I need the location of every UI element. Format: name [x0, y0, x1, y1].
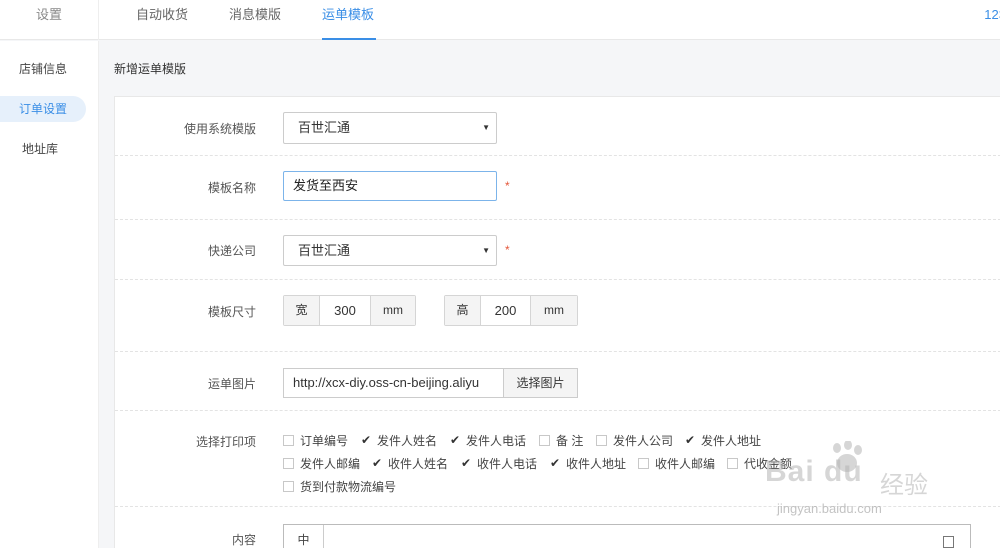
- system-template-select[interactable]: 百世汇通 ▼: [283, 112, 497, 144]
- sidebar-item-order-settings[interactable]: 订单设置: [0, 96, 86, 122]
- top-nav: 设置 自动收货 消息模版 运单模板 123: [0, 0, 1000, 40]
- tab-auto-receive[interactable]: 自动收货: [136, 0, 188, 40]
- print-option-sender-name[interactable]: ✔ 发件人姓名: [360, 432, 437, 448]
- waybill-image-label: 运单图片: [207, 377, 256, 391]
- checkbox[interactable]: [539, 434, 550, 446]
- checkbox[interactable]: [283, 480, 294, 492]
- main-content: 新增运单模版 使用系统模版 百世汇通 ▼ 模板名称 发货至西安 * 快递公司 百…: [100, 41, 1000, 548]
- sidebar-item-store-info[interactable]: 店铺信息: [0, 56, 86, 82]
- editor-tool-button[interactable]: 中: [284, 525, 324, 548]
- width-input-group: 宽 300 mm: [283, 295, 416, 326]
- width-input[interactable]: 300: [319, 296, 371, 325]
- checkbox[interactable]: [596, 434, 607, 446]
- checkbox[interactable]: [638, 457, 649, 469]
- width-unit: mm: [371, 296, 415, 325]
- print-option-cod-tracking-no[interactable]: 货到付款物流编号: [283, 478, 396, 494]
- height-input-group: 高 200 mm: [444, 295, 578, 326]
- height-prefix: 高: [445, 296, 480, 325]
- template-size-label: 模板尺寸: [207, 305, 256, 319]
- print-option-sender-phone[interactable]: ✔ 发件人电话: [449, 432, 526, 448]
- courier-value: 百世汇通: [298, 243, 351, 258]
- check-icon[interactable]: ✔: [449, 434, 461, 446]
- settings-title: 设置: [0, 0, 99, 40]
- caret-down-icon: ▼: [482, 123, 490, 132]
- print-items-label: 选择打印项: [195, 435, 256, 449]
- sidebar-item-address-book[interactable]: 地址库: [0, 136, 80, 162]
- form-panel: 使用系统模版 百世汇通 ▼ 模板名称 发货至西安 * 快递公司 百世汇通 ▼ *…: [114, 96, 1000, 548]
- print-option-order-no[interactable]: 订单编号: [283, 432, 348, 448]
- required-mark: *: [505, 243, 510, 257]
- check-icon[interactable]: ✔: [549, 457, 561, 469]
- courier-label: 快递公司: [207, 244, 256, 258]
- waybill-image-url-input[interactable]: http://xcx-diy.oss-cn-beijing.aliyu: [283, 368, 503, 398]
- courier-select[interactable]: 百世汇通 ▼: [283, 235, 497, 266]
- checkbox[interactable]: [283, 457, 294, 469]
- check-icon[interactable]: ✔: [460, 457, 472, 469]
- template-name-input[interactable]: 发货至西安: [283, 171, 497, 201]
- sidebar: 店铺信息 订单设置 地址库: [0, 41, 99, 548]
- page-title: 新增运单模版: [114, 62, 187, 76]
- check-icon[interactable]: ✔: [360, 434, 372, 446]
- print-option-receiver-name[interactable]: ✔ 收件人姓名: [371, 455, 448, 471]
- tab-waybill-template[interactable]: 运单模板: [322, 0, 376, 40]
- print-option-sender-address[interactable]: ✔ 发件人地址: [684, 432, 761, 448]
- fullscreen-icon[interactable]: [943, 536, 954, 548]
- print-option-remark[interactable]: 备 注: [539, 432, 583, 448]
- print-option-receiver-address[interactable]: ✔ 收件人地址: [549, 455, 626, 471]
- height-input[interactable]: 200: [480, 296, 531, 325]
- check-icon[interactable]: ✔: [684, 434, 696, 446]
- height-unit: mm: [531, 296, 577, 325]
- row-template-size: 模板尺寸 宽 300 mm 高 200 mm: [115, 280, 1000, 352]
- check-icon[interactable]: ✔: [371, 457, 383, 469]
- print-option-sender-company[interactable]: 发件人公司: [596, 432, 673, 448]
- row-content: 内容 中: [115, 507, 1000, 548]
- user-account[interactable]: 123: [984, 0, 1000, 30]
- print-option-sender-zip[interactable]: 发件人邮编: [283, 455, 360, 471]
- required-mark: *: [505, 179, 510, 193]
- print-option-receiver-zip[interactable]: 收件人邮编: [638, 455, 715, 471]
- template-name-label: 模板名称: [207, 181, 256, 195]
- system-template-label: 使用系统模版: [183, 122, 256, 136]
- print-option-receiver-phone[interactable]: ✔ 收件人电话: [460, 455, 537, 471]
- row-print-items: 选择打印项 订单编号 ✔ 发件人姓名 ✔ 发件人电话 备 注 发件人公司 ✔ 发件人地…: [115, 411, 1000, 507]
- checkbox[interactable]: [727, 457, 738, 469]
- width-prefix: 宽: [284, 296, 319, 325]
- page-header: 新增运单模版: [100, 41, 1000, 93]
- row-system-template: 使用系统模版 百世汇通 ▼: [115, 97, 1000, 156]
- content-editor-toolbar: 中: [283, 524, 971, 548]
- checkbox[interactable]: [283, 434, 294, 446]
- tab-message-template[interactable]: 消息模版: [229, 0, 281, 40]
- caret-down-icon: ▼: [482, 246, 490, 255]
- system-template-value: 百世汇通: [298, 120, 351, 135]
- row-waybill-image: 运单图片 http://xcx-diy.oss-cn-beijing.aliyu…: [115, 352, 1000, 411]
- choose-image-button[interactable]: 选择图片: [503, 368, 578, 398]
- print-option-cod-amount[interactable]: 代收金额: [727, 455, 792, 471]
- row-template-name: 模板名称 发货至西安 *: [115, 156, 1000, 220]
- content-label: 内容: [231, 533, 256, 547]
- row-courier: 快递公司 百世汇通 ▼ *: [115, 220, 1000, 280]
